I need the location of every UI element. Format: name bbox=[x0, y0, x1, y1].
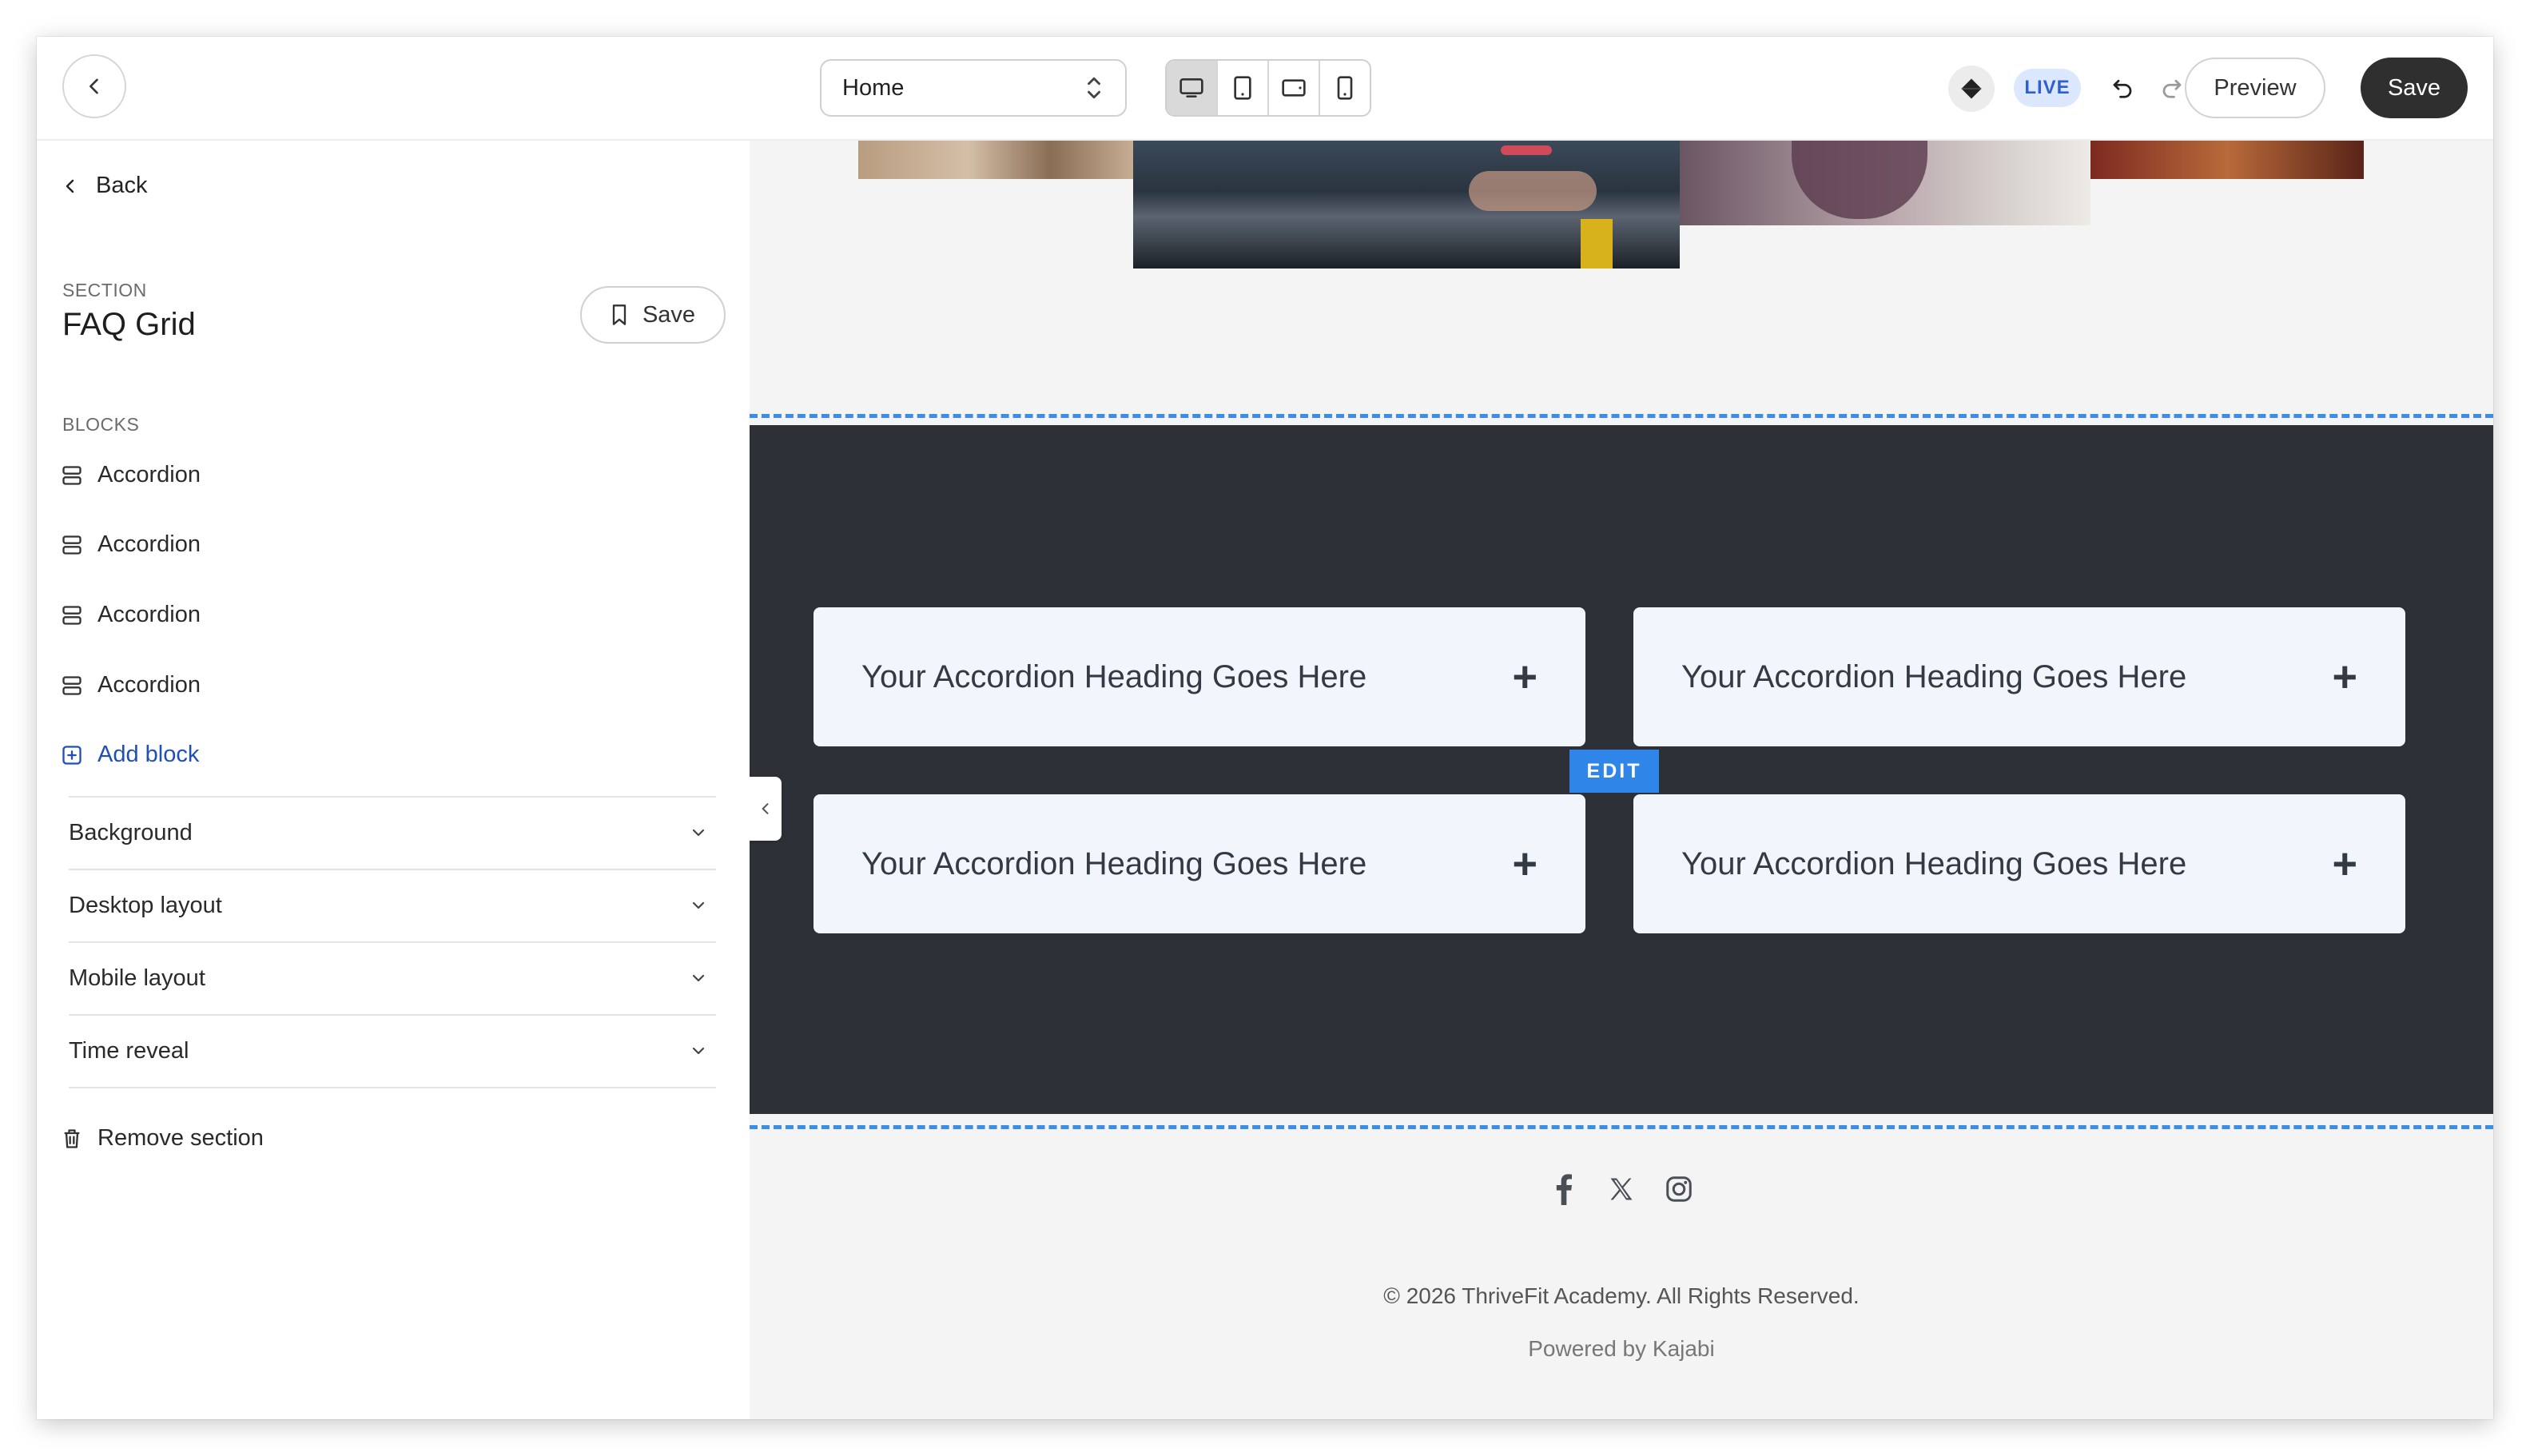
settings-row-label: Time reveal bbox=[69, 1037, 189, 1064]
remove-section-button[interactable]: Remove section bbox=[61, 1125, 264, 1152]
chevron-down-icon bbox=[692, 974, 705, 982]
image-detail bbox=[1581, 219, 1613, 269]
desktop-icon bbox=[1179, 78, 1203, 97]
settings-row-background[interactable]: Background bbox=[69, 796, 716, 868]
accordion-item[interactable]: Your Accordion Heading Goes Here + bbox=[1633, 794, 2405, 933]
page-selector[interactable]: Home bbox=[820, 59, 1127, 117]
block-item-accordion[interactable]: Accordion bbox=[61, 531, 201, 558]
tablet-landscape-view-button[interactable] bbox=[1269, 61, 1320, 115]
accordion-item[interactable]: Your Accordion Heading Goes Here + bbox=[1633, 607, 2405, 746]
social-links bbox=[750, 1172, 2493, 1207]
chevron-left-icon bbox=[90, 78, 98, 94]
accordion-heading: Your Accordion Heading Goes Here bbox=[861, 845, 1367, 881]
section-selection-border-bottom bbox=[750, 1125, 2493, 1129]
settings-row-mobile-layout[interactable]: Mobile layout bbox=[69, 941, 716, 1013]
live-status-badge: LIVE bbox=[2014, 69, 2081, 107]
gallery-image bbox=[858, 139, 1133, 179]
page-preview-canvas: Your Accordion Heading Goes Here + Your … bbox=[750, 139, 2493, 1419]
stacked-rows-icon bbox=[62, 605, 82, 625]
block-item-accordion[interactable]: Accordion bbox=[61, 672, 201, 698]
plus-icon: + bbox=[2332, 653, 2357, 701]
accordion-heading: Your Accordion Heading Goes Here bbox=[1681, 845, 2187, 881]
desktop-view-button[interactable] bbox=[1167, 61, 1218, 115]
instagram-icon[interactable] bbox=[1663, 1172, 1695, 1207]
plus-icon: + bbox=[1512, 653, 1537, 701]
tablet-portrait-view-button[interactable] bbox=[1218, 61, 1269, 115]
block-item-label: Accordion bbox=[97, 672, 201, 698]
settings-row-label: Mobile layout bbox=[69, 965, 205, 991]
block-item-label: Accordion bbox=[97, 462, 201, 487]
image-detail bbox=[1469, 171, 1597, 211]
mobile-view-button[interactable] bbox=[1320, 61, 1370, 115]
undo-button[interactable] bbox=[2103, 69, 2142, 107]
chevron-down-icon bbox=[692, 1047, 705, 1055]
plus-square-icon bbox=[62, 745, 82, 765]
stacked-rows-icon bbox=[62, 465, 82, 485]
settings-row-label: Desktop layout bbox=[69, 892, 222, 918]
undo-icon bbox=[2113, 79, 2132, 98]
save-button[interactable]: Save bbox=[2361, 58, 2468, 118]
blocks-label: BLOCKS bbox=[62, 414, 140, 435]
gallery-image bbox=[1133, 139, 1680, 269]
image-detail bbox=[1501, 145, 1552, 155]
plus-icon: + bbox=[2332, 840, 2357, 888]
tablet-landscape-icon bbox=[1282, 79, 1306, 97]
accordion-heading: Your Accordion Heading Goes Here bbox=[1681, 658, 2187, 694]
diamond-icon-button[interactable] bbox=[1948, 66, 1995, 112]
section-title: FAQ Grid bbox=[62, 307, 196, 342]
editor-window: Home LIVE Preview Save Back SECTION FAQ … bbox=[37, 37, 2493, 1419]
preview-button[interactable]: Preview bbox=[2185, 58, 2325, 118]
stacked-rows-icon bbox=[62, 535, 82, 555]
device-preview-toggle bbox=[1165, 59, 1371, 117]
back-link[interactable]: Back bbox=[61, 173, 147, 199]
redo-icon bbox=[2162, 79, 2182, 98]
gallery-image bbox=[1680, 139, 2090, 225]
exit-editor-button[interactable] bbox=[62, 54, 126, 118]
image-detail bbox=[1792, 139, 1927, 219]
settings-row-label: Background bbox=[69, 819, 193, 845]
footer-copyright: © 2026 ThriveFit Academy. All Rights Res… bbox=[1383, 1283, 1860, 1308]
faq-grid-section[interactable]: Your Accordion Heading Goes Here + Your … bbox=[750, 425, 2493, 1114]
edit-section-tag[interactable]: EDIT bbox=[1569, 750, 1659, 793]
diamond-icon bbox=[1961, 78, 1982, 99]
collapse-sidebar-button[interactable] bbox=[750, 777, 782, 841]
settings-divider bbox=[69, 1087, 716, 1088]
remove-section-label: Remove section bbox=[97, 1125, 264, 1151]
settings-row-desktop-layout[interactable]: Desktop layout bbox=[69, 869, 716, 941]
accordion-item[interactable]: Your Accordion Heading Goes Here + bbox=[813, 794, 1585, 933]
settings-row-time-reveal[interactable]: Time reveal bbox=[69, 1014, 716, 1086]
save-section-label: Save bbox=[642, 301, 696, 328]
x-icon[interactable] bbox=[1605, 1172, 1637, 1207]
add-block-button[interactable]: Add block bbox=[61, 742, 199, 768]
block-item-label: Accordion bbox=[97, 531, 201, 557]
chevron-down-icon bbox=[692, 901, 705, 909]
chevron-left-icon bbox=[66, 179, 74, 193]
save-section-button[interactable]: Save bbox=[580, 286, 726, 344]
top-bar: Home LIVE Preview Save bbox=[37, 37, 2493, 141]
stacked-rows-icon bbox=[62, 675, 82, 695]
footer-powered-by[interactable]: Powered by Kajabi bbox=[750, 1336, 2493, 1362]
bookmark-icon bbox=[612, 304, 627, 325]
accordion-item[interactable]: Your Accordion Heading Goes Here + bbox=[813, 607, 1585, 746]
accordion-heading: Your Accordion Heading Goes Here bbox=[861, 658, 1367, 694]
mobile-icon bbox=[1337, 76, 1353, 100]
facebook-icon[interactable] bbox=[1548, 1172, 1580, 1207]
chevron-left-icon bbox=[762, 803, 769, 814]
chevron-down-icon bbox=[692, 829, 705, 837]
section-label: SECTION bbox=[62, 280, 147, 300]
block-item-label: Accordion bbox=[97, 602, 201, 627]
plus-icon: + bbox=[1512, 840, 1537, 888]
block-item-accordion[interactable]: Accordion bbox=[61, 462, 201, 488]
gallery-image bbox=[2090, 139, 2364, 179]
section-selection-border-top bbox=[750, 414, 2493, 418]
page-selector-value: Home bbox=[842, 74, 905, 101]
back-label: Back bbox=[96, 173, 148, 198]
add-block-label: Add block bbox=[97, 742, 200, 767]
block-item-accordion[interactable]: Accordion bbox=[61, 602, 201, 628]
trash-icon bbox=[64, 1128, 80, 1148]
section-settings-sidebar: Back SECTION FAQ Grid Save BLOCKS Accord… bbox=[37, 139, 751, 1419]
chevron-updown-icon bbox=[1088, 77, 1100, 99]
tablet-portrait-icon bbox=[1234, 76, 1251, 100]
